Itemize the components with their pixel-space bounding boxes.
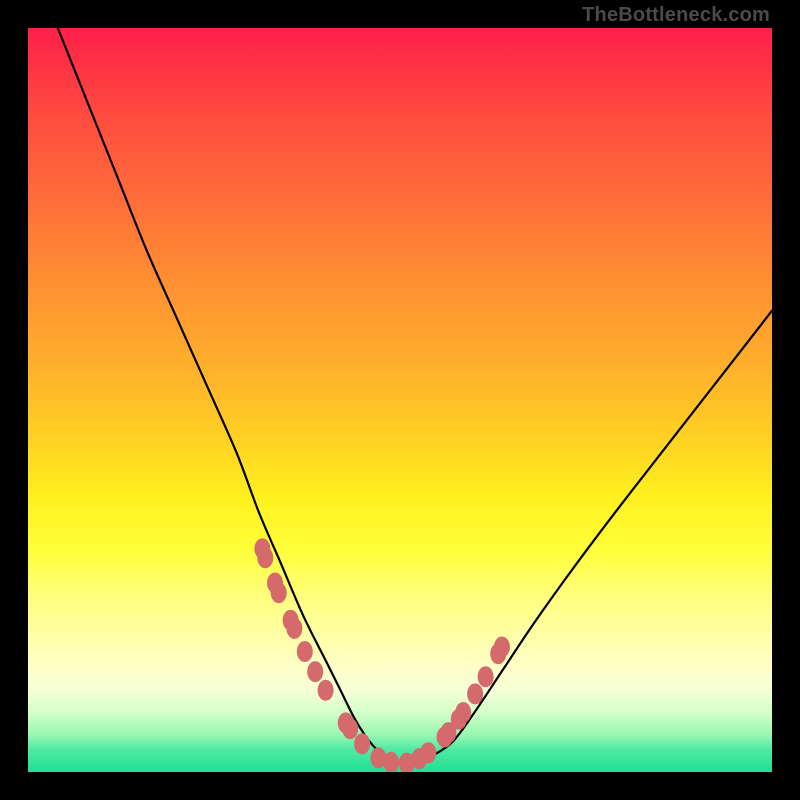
data-marker	[318, 680, 333, 700]
data-marker	[271, 583, 286, 603]
data-marker	[384, 752, 399, 772]
data-marker	[478, 667, 493, 687]
bottleneck-curve	[58, 28, 772, 766]
chart-frame	[28, 28, 772, 772]
data-marker	[297, 642, 312, 662]
data-marker	[308, 662, 323, 682]
chart-svg	[28, 28, 772, 772]
attribution-label: TheBottleneck.com	[582, 4, 770, 27]
data-marker	[468, 684, 483, 704]
data-marker	[355, 734, 370, 754]
data-marker	[456, 703, 471, 723]
data-marker	[421, 743, 436, 763]
data-marker	[258, 548, 273, 568]
data-marker	[494, 637, 509, 657]
data-marker	[343, 719, 358, 739]
data-marker	[287, 618, 302, 638]
marker-group	[255, 539, 510, 772]
